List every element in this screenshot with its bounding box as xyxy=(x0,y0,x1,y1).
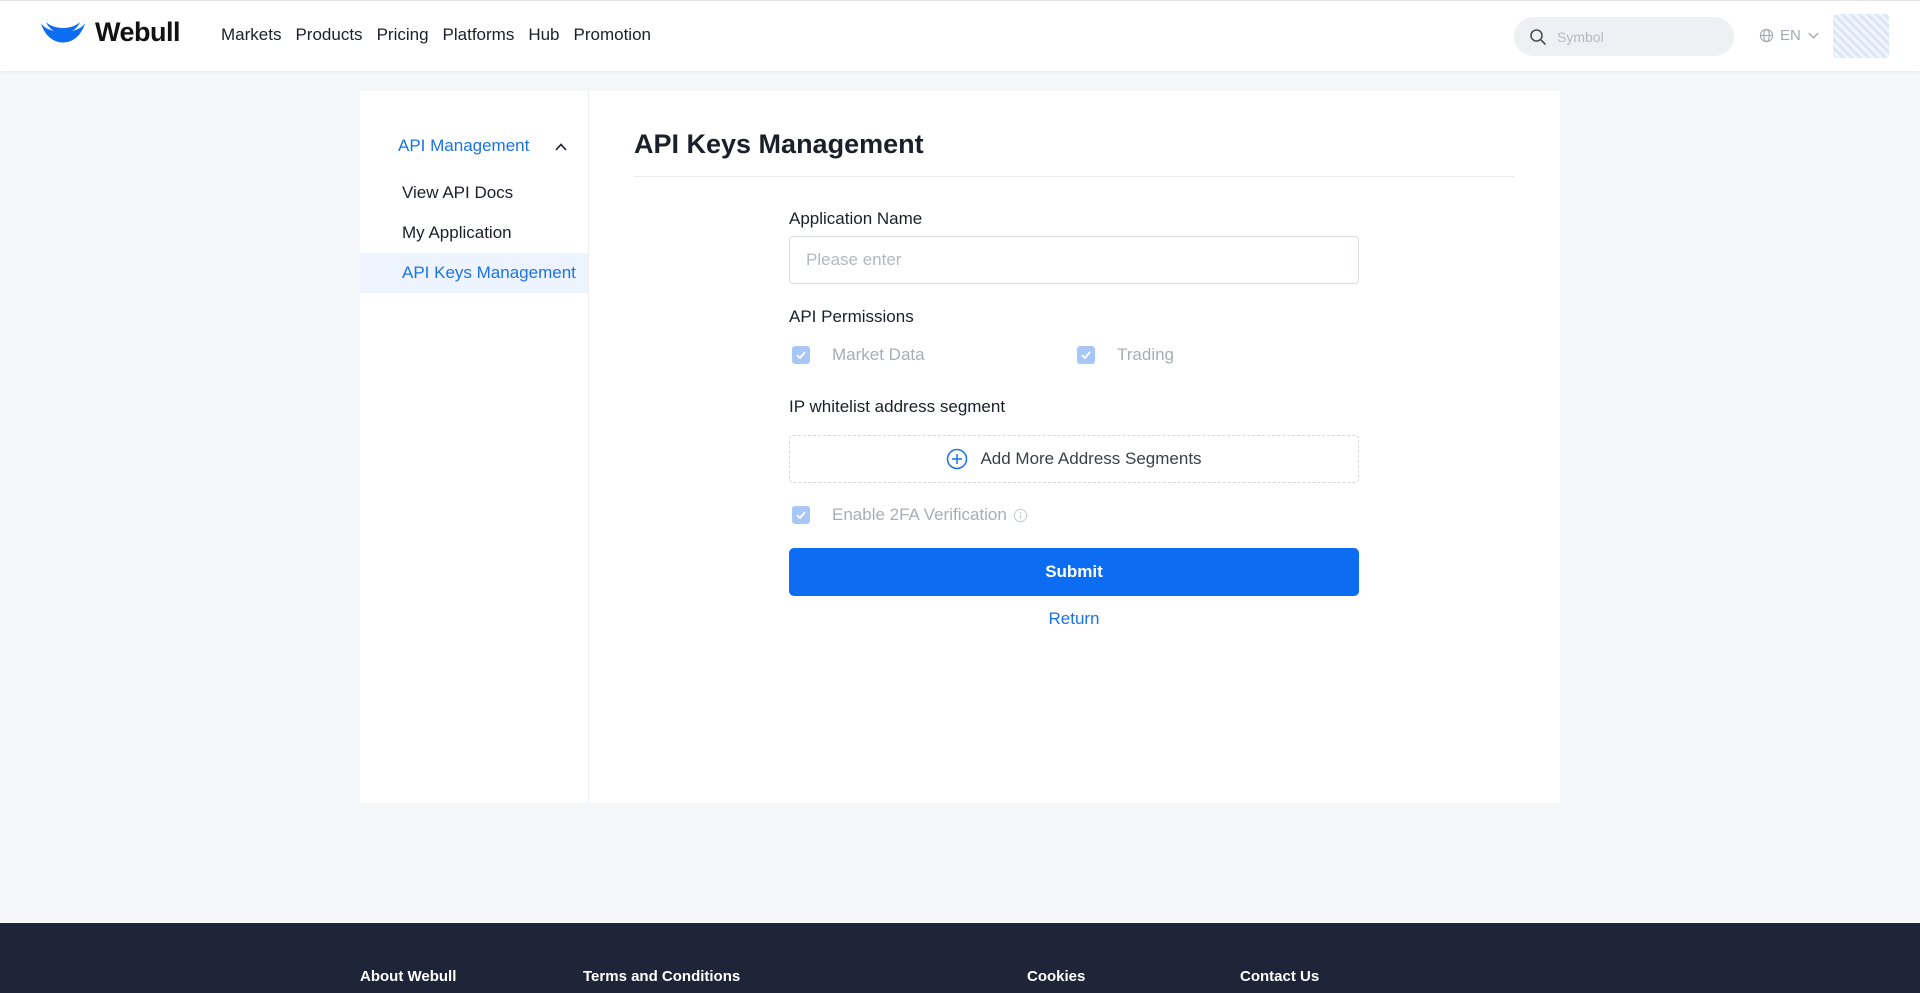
api-permissions-label: API Permissions xyxy=(789,307,914,326)
add-segment-label: Add More Address Segments xyxy=(980,449,1202,468)
chevron-down-icon xyxy=(1808,32,1819,39)
avatar[interactable] xyxy=(1833,14,1889,58)
webull-logo-icon xyxy=(41,21,85,42)
nav-pricing[interactable]: Pricing xyxy=(377,25,429,45)
sidebar-item-view-api-docs[interactable]: View API Docs xyxy=(360,173,588,213)
language-label: EN xyxy=(1780,27,1801,44)
app-name-label: Application Name xyxy=(789,209,923,228)
footer-about-webull[interactable]: About Webull xyxy=(360,968,456,985)
footer-terms[interactable]: Terms and Conditions xyxy=(583,968,740,985)
check-icon xyxy=(796,351,806,360)
return-link[interactable]: Return xyxy=(789,609,1359,629)
trading-label: Trading xyxy=(1117,345,1175,364)
info-icon[interactable] xyxy=(1013,508,1028,523)
page-title: API Keys Management xyxy=(634,129,924,159)
nav-hub[interactable]: Hub xyxy=(528,25,559,45)
app-name-input[interactable] xyxy=(789,236,1359,284)
enable-2fa-label: Enable 2FA Verification xyxy=(832,505,1007,524)
language-selector[interactable]: EN xyxy=(1759,27,1820,44)
globe-icon xyxy=(1759,28,1774,43)
check-icon xyxy=(1081,351,1091,360)
permission-market-data[interactable]: Market Data xyxy=(792,345,925,365)
market-data-checkbox[interactable] xyxy=(792,346,810,364)
main-nav: Markets Products Pricing Platforms Hub P… xyxy=(221,25,651,45)
sidebar-item-api-keys-management[interactable]: API Keys Management xyxy=(360,253,588,293)
top-header: Webull Markets Products Pricing Platform… xyxy=(0,0,1920,71)
sidebar: API Management View API Docs My Applicat… xyxy=(360,91,589,803)
footer-cookies[interactable]: Cookies xyxy=(1027,968,1085,985)
enable-2fa-checkbox[interactable] xyxy=(792,506,810,524)
search-input[interactable] xyxy=(1555,27,1729,46)
footer-contact-us[interactable]: Contact Us xyxy=(1240,968,1319,985)
nav-markets[interactable]: Markets xyxy=(221,25,281,45)
ip-whitelist-label: IP whitelist address segment xyxy=(789,397,1006,416)
sidebar-group-label: API Management xyxy=(398,136,530,155)
brand-logo[interactable]: Webull xyxy=(40,17,181,48)
enable-2fa-option[interactable]: Enable 2FA Verification xyxy=(792,505,1028,525)
nav-promotion[interactable]: Promotion xyxy=(574,25,651,45)
nav-products[interactable]: Products xyxy=(295,25,362,45)
brand-name: Webull xyxy=(95,17,181,47)
permission-trading[interactable]: Trading xyxy=(1077,345,1174,365)
main-card: API Management View API Docs My Applicat… xyxy=(360,91,1560,803)
symbol-search[interactable] xyxy=(1514,17,1734,56)
trading-checkbox[interactable] xyxy=(1077,346,1095,364)
footer: About Webull Terms and Conditions Cookie… xyxy=(0,923,1920,993)
title-divider xyxy=(634,176,1514,177)
sidebar-item-my-application[interactable]: My Application xyxy=(360,213,588,253)
market-data-label: Market Data xyxy=(832,345,925,364)
check-icon xyxy=(796,511,806,520)
submit-button[interactable]: Submit xyxy=(789,548,1359,596)
nav-platforms[interactable]: Platforms xyxy=(443,25,515,45)
search-icon xyxy=(1530,28,1546,45)
add-address-segment-button[interactable]: Add More Address Segments xyxy=(789,435,1359,483)
plus-circle-icon xyxy=(947,448,968,470)
sidebar-group-api-management[interactable]: API Management xyxy=(398,136,578,156)
chevron-up-icon xyxy=(555,143,567,151)
